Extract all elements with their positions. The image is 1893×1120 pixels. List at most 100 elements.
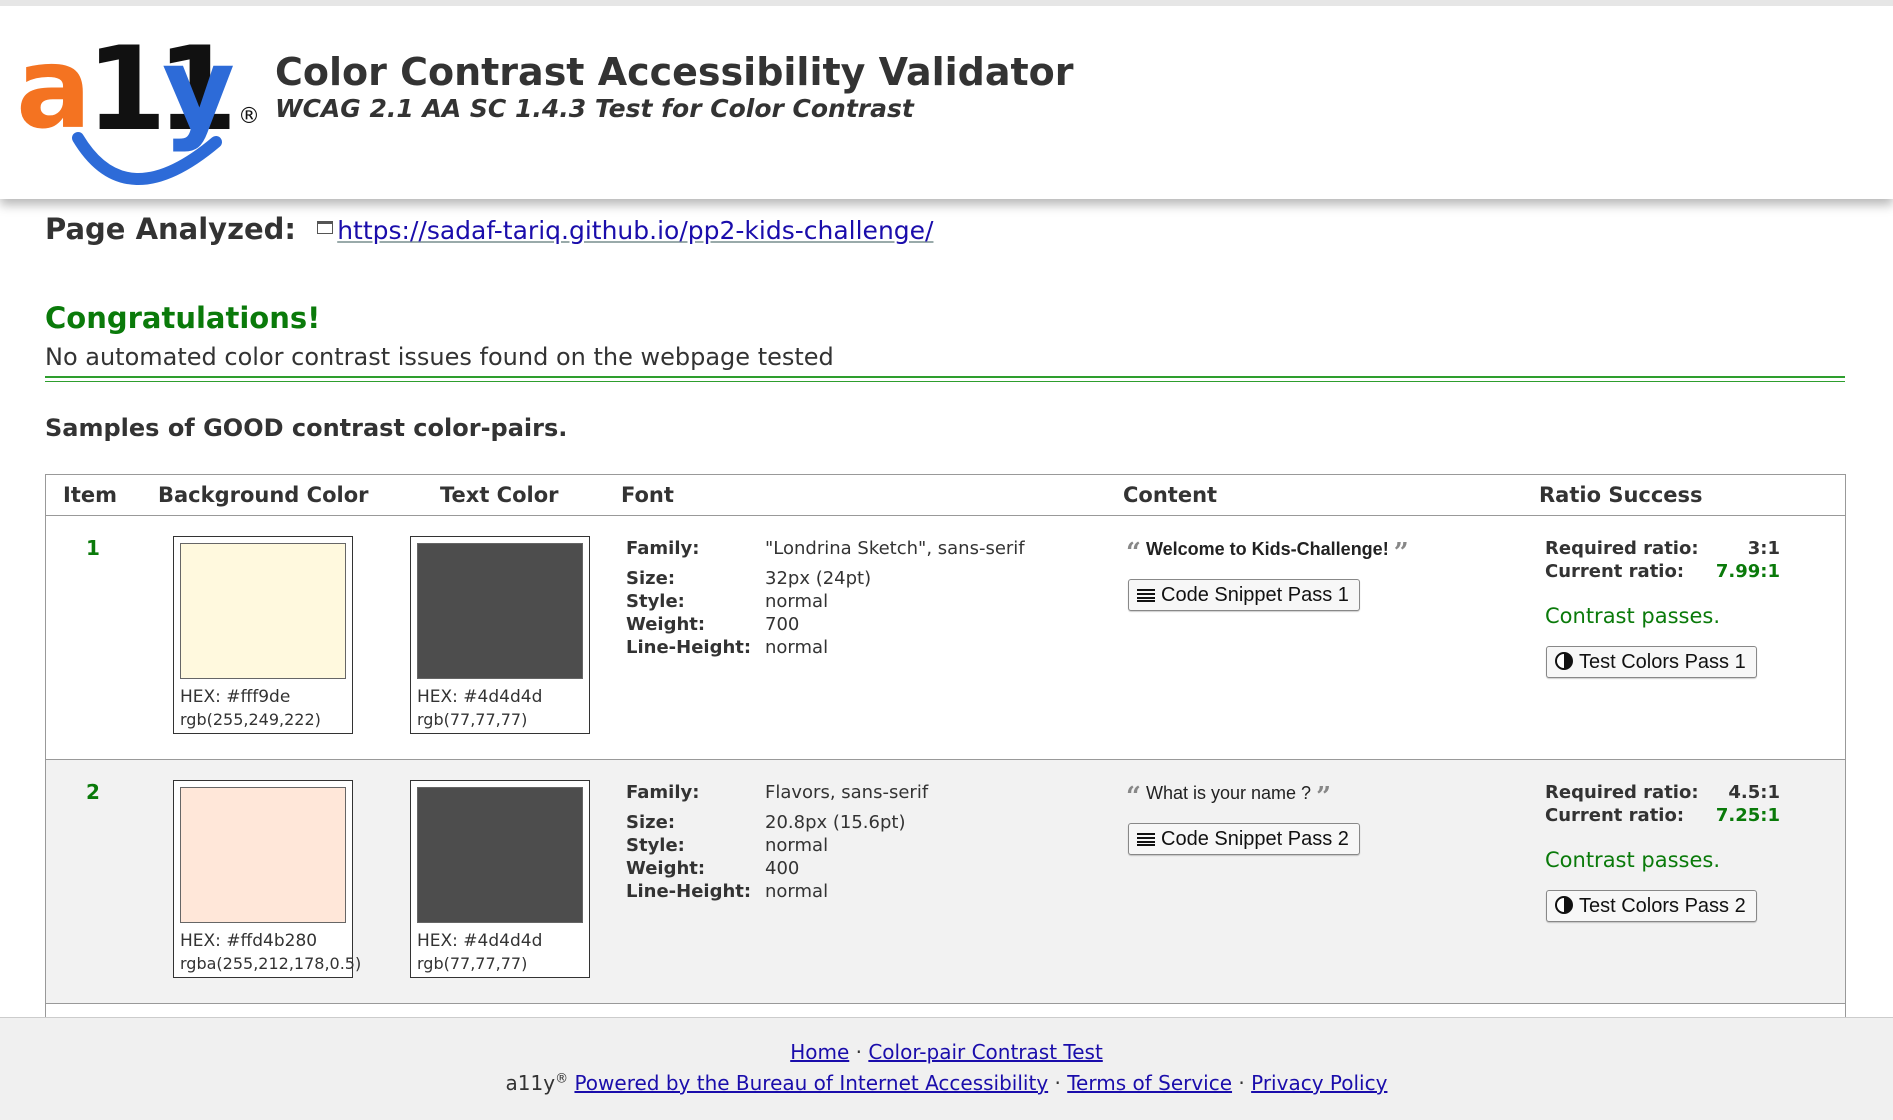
text-color-swatch xyxy=(417,787,583,923)
col-header-ratio: Ratio Success xyxy=(1539,483,1703,507)
col-header-item: Item xyxy=(63,483,117,507)
table-row: 2 HEX: #ffd4b280 rgba(255,212,178,0.5) H… xyxy=(46,760,1845,1004)
footer-separator: · xyxy=(1238,1071,1245,1095)
footer-separator: · xyxy=(855,1040,862,1064)
font-family-value: Flavors, sans-serif xyxy=(765,782,929,803)
background-hex: HEX: #ffd4b280 xyxy=(180,931,318,951)
required-ratio-value: 4.5:1 xyxy=(1728,782,1780,803)
result-message: No automated color contrast issues found… xyxy=(45,343,834,371)
table-header: Item Background Color Text Color Font Co… xyxy=(46,475,1845,516)
background-hex: HEX: #fff9de xyxy=(180,687,291,707)
text-color-sample: HEX: #4d4d4d rgb(77,77,77) xyxy=(410,780,590,978)
line-height-value: normal xyxy=(765,637,829,658)
text-color-rgb: rgb(77,77,77) xyxy=(417,710,528,729)
footer-brand: a11y xyxy=(505,1071,556,1095)
font-weight-value: 700 xyxy=(765,614,800,635)
col-header-background: Background Color xyxy=(158,483,369,507)
font-family-value: "Londrina Sketch", sans-serif xyxy=(765,538,1025,559)
contrast-status: Contrast passes. xyxy=(1545,848,1721,872)
font-style-value: normal xyxy=(765,591,829,612)
footer-powered-link[interactable]: Powered by the Bureau of Internet Access… xyxy=(574,1071,1048,1095)
content-text: What is your name ? xyxy=(1145,783,1312,803)
line-height-label: Line-Height: xyxy=(626,637,752,658)
samples-heading: Samples of GOOD contrast color-pairs. xyxy=(45,414,568,442)
close-quote-icon: ” xyxy=(1393,538,1409,568)
footer-brand-reg: ® xyxy=(555,1071,569,1087)
test-colors-label: Test Colors Pass 2 xyxy=(1579,895,1746,917)
text-color-sample: HEX: #4d4d4d rgb(77,77,77) xyxy=(410,536,590,734)
col-header-text-color: Text Color xyxy=(440,483,559,507)
lines-icon xyxy=(1137,589,1155,602)
background-swatch xyxy=(180,787,346,923)
background-color-sample: HEX: #ffd4b280 rgba(255,212,178,0.5) xyxy=(173,780,361,978)
font-style-value: normal xyxy=(765,835,829,856)
footer-separator: · xyxy=(1054,1071,1061,1095)
current-ratio-value: 7.25:1 xyxy=(1715,805,1780,826)
logo-swoosh-icon xyxy=(72,132,222,185)
text-color-rgb: rgb(77,77,77) xyxy=(417,954,528,973)
code-snippet-button[interactable]: Code Snippet Pass 1 xyxy=(1128,579,1360,611)
code-snippet-label: Code Snippet Pass 2 xyxy=(1161,828,1349,850)
page-title: Color Contrast Accessibility Validator xyxy=(275,50,1074,94)
font-family-label: Family: xyxy=(626,782,700,803)
contrast-status: Contrast passes. xyxy=(1545,604,1721,628)
contrast-icon xyxy=(1555,896,1573,914)
footer-color-pair-link[interactable]: Color-pair Contrast Test xyxy=(868,1040,1102,1064)
logo-registered-mark: ® xyxy=(238,104,260,129)
font-weight-value: 400 xyxy=(765,858,800,879)
font-size-value: 20.8px (15.6pt) xyxy=(765,812,906,833)
a11y-logo[interactable]: a 11 y ® xyxy=(16,22,260,186)
table-row: 1 HEX: #fff9de rgb(255,249,222) HEX: #4d… xyxy=(46,516,1845,760)
current-ratio-value: 7.99:1 xyxy=(1715,561,1780,582)
page-analyzed: Page Analyzed: https://sadaf-tariq.githu… xyxy=(45,212,933,246)
col-header-content: Content xyxy=(1123,483,1218,507)
font-weight-label: Weight: xyxy=(626,614,706,635)
analyzed-url-link[interactable]: https://sadaf-tariq.github.io/pp2-kids-c… xyxy=(337,216,933,245)
code-snippet-button[interactable]: Code Snippet Pass 2 xyxy=(1128,823,1360,855)
content-text: Welcome to Kids-Challenge! xyxy=(1145,539,1389,559)
content-sample: “ Welcome to Kids-Challenge! ” xyxy=(1126,538,1409,568)
footer-home-link[interactable]: Home xyxy=(790,1040,849,1064)
background-color-sample: HEX: #fff9de rgb(255,249,222) xyxy=(173,536,353,734)
site-footer: Home · Color-pair Contrast Test a11y® Po… xyxy=(0,1017,1893,1120)
site-header: a 11 y ® Color Contrast Accessibility Va… xyxy=(0,0,1893,199)
divider xyxy=(45,376,1845,382)
results-table: Item Background Color Text Color Font Co… xyxy=(45,474,1846,1075)
code-snippet-label: Code Snippet Pass 1 xyxy=(1161,584,1349,606)
font-size-label: Size: xyxy=(626,812,676,833)
font-weight-label: Weight: xyxy=(626,858,706,879)
page-analyzed-label: Page Analyzed: xyxy=(45,212,296,246)
test-colors-label: Test Colors Pass 1 xyxy=(1579,651,1746,673)
page-subtitle: WCAG 2.1 AA SC 1.4.3 Test for Color Cont… xyxy=(275,94,914,123)
required-ratio-value: 3:1 xyxy=(1747,538,1780,559)
font-style-label: Style: xyxy=(626,591,685,612)
footer-privacy-link[interactable]: Privacy Policy xyxy=(1251,1071,1387,1095)
external-window-icon xyxy=(317,221,334,234)
content-sample: “ What is your name ? ” xyxy=(1126,782,1331,812)
font-family-label: Family: xyxy=(626,538,700,559)
text-color-swatch xyxy=(417,543,583,679)
col-header-font: Font xyxy=(621,483,674,507)
footer-legal: a11y® Powered by the Bureau of Internet … xyxy=(0,1071,1893,1095)
text-color-hex: HEX: #4d4d4d xyxy=(417,931,543,951)
font-size-label: Size: xyxy=(626,568,676,589)
footer-nav: Home · Color-pair Contrast Test xyxy=(0,1040,1893,1064)
test-colors-button[interactable]: Test Colors Pass 1 xyxy=(1546,646,1757,678)
font-style-label: Style: xyxy=(626,835,685,856)
open-quote-icon: “ xyxy=(1126,538,1141,568)
background-rgb: rgba(255,212,178,0.5) xyxy=(180,954,362,973)
line-height-value: normal xyxy=(765,881,829,902)
open-quote-icon: “ xyxy=(1126,782,1141,812)
item-number: 2 xyxy=(86,780,100,804)
contrast-icon xyxy=(1555,652,1573,670)
item-number: 1 xyxy=(86,536,100,560)
result-heading: Congratulations! xyxy=(45,301,321,335)
line-height-label: Line-Height: xyxy=(626,881,752,902)
footer-terms-link[interactable]: Terms of Service xyxy=(1067,1071,1232,1095)
lines-icon xyxy=(1137,833,1155,846)
test-colors-button[interactable]: Test Colors Pass 2 xyxy=(1546,890,1757,922)
background-swatch xyxy=(180,543,346,679)
background-rgb: rgb(255,249,222) xyxy=(180,710,321,729)
text-color-hex: HEX: #4d4d4d xyxy=(417,687,543,707)
font-size-value: 32px (24pt) xyxy=(765,568,872,589)
